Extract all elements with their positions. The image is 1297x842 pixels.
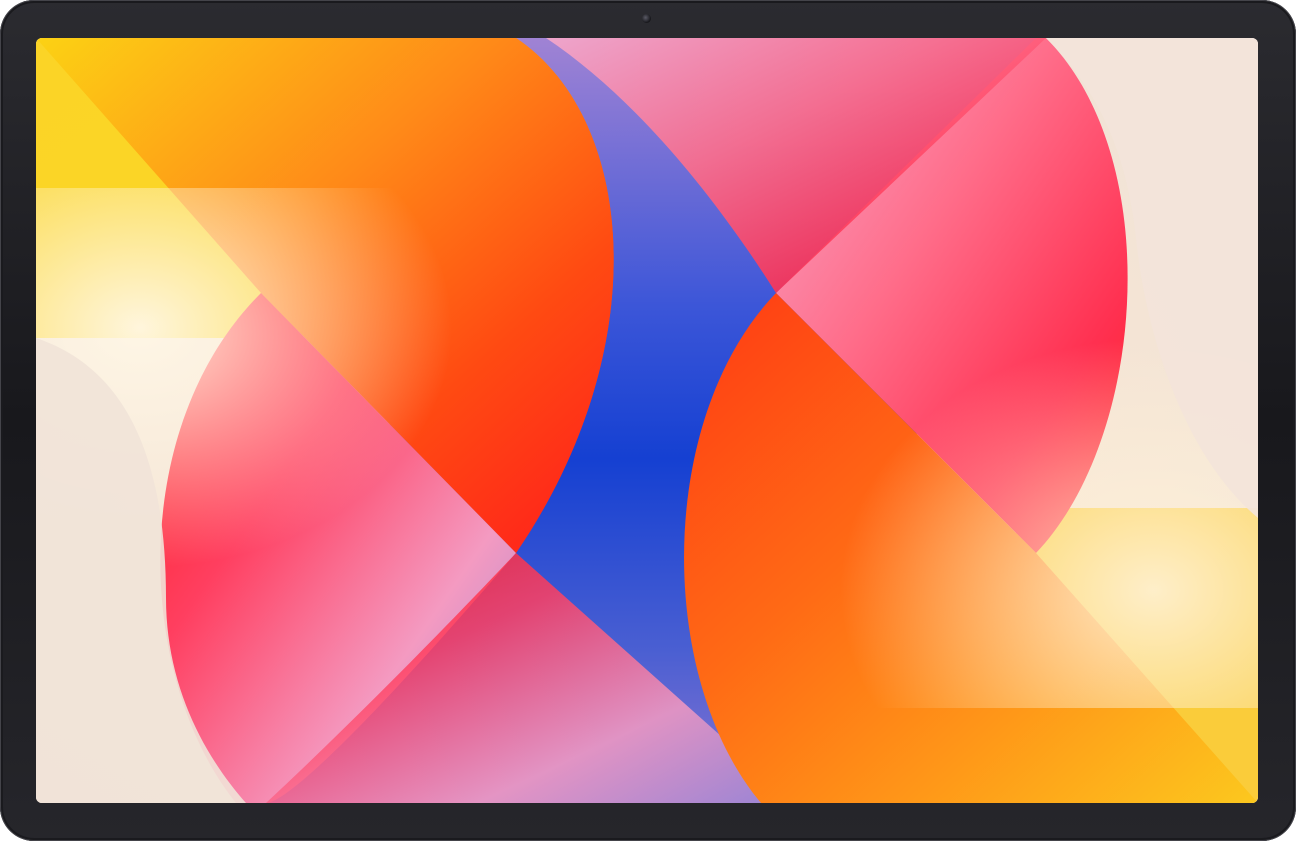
wallpaper [36, 38, 1258, 803]
tablet-product-image [0, 0, 1297, 842]
front-camera-icon [642, 14, 651, 23]
tablet-screen [36, 38, 1258, 803]
